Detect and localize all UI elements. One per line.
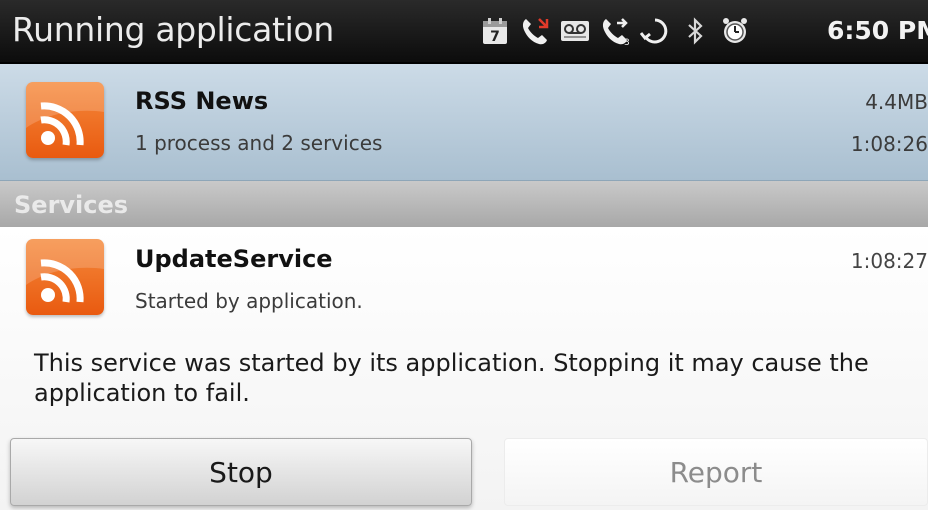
app-time: 1:08:26	[850, 132, 928, 156]
calendar-day-text: 7	[490, 29, 500, 45]
call-forward-icon: 3	[598, 14, 632, 48]
app-name: RSS News	[135, 87, 269, 115]
alarm-clock-icon	[718, 14, 752, 48]
service-message: This service was started by its applicat…	[34, 349, 869, 407]
status-bar: Running application 7 3 6:50 P	[0, 0, 928, 64]
svg-text:3: 3	[624, 38, 630, 46]
section-header-label: Services	[14, 191, 129, 219]
app-row[interactable]: RSS News 1 process and 2 services 4.4MB …	[0, 64, 928, 181]
sync-icon	[638, 14, 672, 48]
app-size: 4.4MB	[865, 90, 928, 114]
calendar-icon: 7	[478, 14, 512, 48]
page-title: Running application	[12, 10, 335, 49]
stop-button[interactable]: Stop	[10, 438, 472, 506]
rss-icon	[26, 82, 104, 158]
voicemail-icon	[558, 14, 592, 48]
status-icons: 7 3	[478, 14, 758, 48]
section-header: Services	[0, 181, 928, 227]
app-description: 1 process and 2 services	[135, 131, 383, 155]
bluetooth-icon	[678, 14, 712, 48]
clock: 6:50 PM	[827, 16, 928, 45]
rss-icon	[26, 239, 104, 315]
missed-call-icon	[518, 14, 552, 48]
service-time: 1:08:27	[850, 249, 928, 273]
service-name: UpdateService	[135, 245, 333, 273]
service-description: Started by application.	[135, 289, 363, 313]
report-button[interactable]: Report	[504, 438, 928, 506]
